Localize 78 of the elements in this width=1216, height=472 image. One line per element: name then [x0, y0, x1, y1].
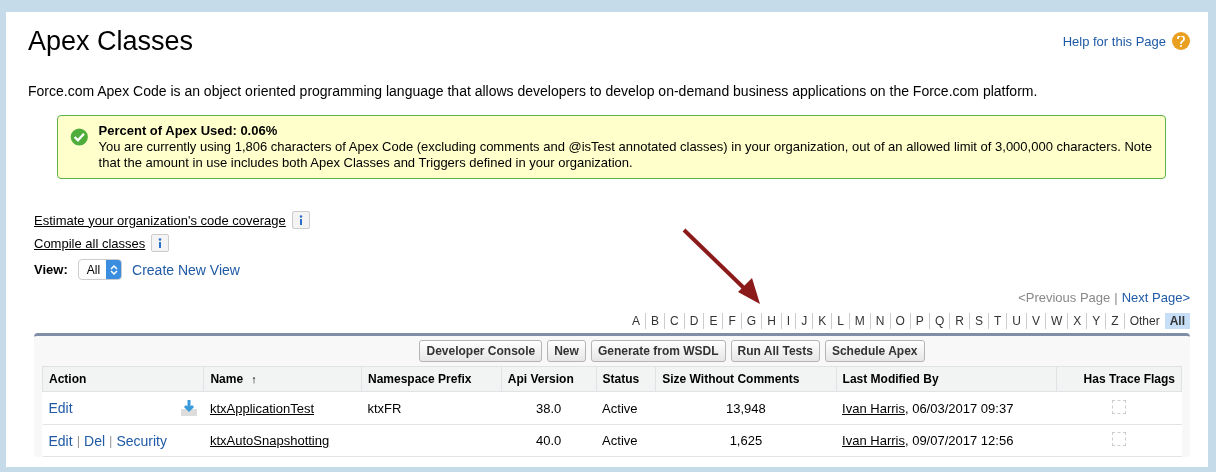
letter-filter[interactable]: D	[684, 313, 705, 329]
letter-filter[interactable]: U	[1007, 313, 1027, 329]
letter-filter[interactable]: Z	[1106, 313, 1125, 329]
letter-filter[interactable]: T	[988, 313, 1008, 329]
letter-filter[interactable]: H	[762, 313, 782, 329]
table-cell: 1,625	[655, 424, 837, 457]
letter-filter[interactable]: P	[910, 313, 930, 329]
sort-mark: ↑	[251, 373, 257, 385]
letter-filter[interactable]: R	[950, 313, 970, 329]
action-separator: |	[109, 433, 113, 448]
table-cell: 13,948	[655, 391, 837, 425]
letter-filter[interactable]: S	[969, 313, 989, 329]
letter-filter[interactable]: E	[704, 313, 724, 329]
page-title: Apex Classes	[28, 26, 194, 57]
letter-filter[interactable]: A	[627, 313, 647, 329]
pager-separator: |	[1114, 290, 1118, 305]
view-label: View:	[34, 262, 68, 277]
toolbar-button[interactable]: Developer Console	[419, 340, 543, 362]
table-cell: 38.0	[501, 391, 597, 425]
action-separator: |	[76, 433, 80, 448]
letter-filter[interactable]: Y	[1087, 313, 1107, 329]
modified-date: , 09/07/2017 12:56	[904, 433, 1014, 448]
user-link[interactable]: Ivan Harris	[842, 433, 905, 448]
previous-page-link[interactable]: <Previous Page	[1018, 290, 1111, 305]
column-header[interactable]: Api Version	[501, 366, 597, 392]
user-link[interactable]: Ivan Harris	[842, 400, 905, 416]
action-link[interactable]: Edit	[48, 400, 73, 416]
letter-filter[interactable]: M	[849, 313, 871, 329]
help-link[interactable]: Help for this Page	[1062, 32, 1190, 50]
toolbar-button[interactable]: Schedule Apex	[824, 340, 925, 362]
letter-filter[interactable]: F	[723, 313, 742, 329]
table-cell: Active	[596, 424, 656, 457]
letter-filter[interactable]: Q	[929, 313, 951, 329]
column-header[interactable]: Namespace Prefix	[361, 366, 502, 392]
column-header[interactable]: Last Modified By	[836, 366, 1057, 392]
modified-date: , 06/03/2017 09:37	[904, 400, 1014, 416]
column-header[interactable]: Has Trace Flags	[1056, 366, 1182, 392]
action-link[interactable]: Del	[84, 432, 106, 449]
notice-heading: Percent of Apex Used: 0.06%	[98, 123, 279, 139]
letter-filter[interactable]: G	[741, 313, 763, 329]
description: Force.com Apex Code is an object oriented programming language that allows developers to develop on-demand business applications on the Force.com platform.	[28, 83, 1039, 99]
letter-filter[interactable]: X	[1068, 313, 1088, 329]
toolbar-button[interactable]: New	[547, 340, 586, 362]
letter-filter[interactable]: V	[1026, 313, 1046, 329]
next-page-link[interactable]: Next Page>	[1121, 290, 1190, 305]
letter-filter[interactable]: All	[1164, 313, 1190, 329]
info-icon[interactable]	[151, 234, 170, 252]
action-link[interactable]: Estimate your organization's code coverage	[34, 212, 286, 228]
class-name-link[interactable]: ktxAutoSnapshotting	[209, 433, 330, 448]
updown-icon	[109, 263, 118, 276]
toolbar-button[interactable]: Generate from WSDL	[590, 340, 726, 362]
letter-filter[interactable]: Other	[1124, 313, 1165, 329]
letter-filter[interactable]: I	[781, 313, 797, 329]
download-icon[interactable]	[179, 399, 198, 417]
letter-filter[interactable]: C	[665, 313, 685, 329]
action-link[interactable]: Security	[116, 432, 167, 449]
toolbar-button[interactable]: Run All Tests	[730, 340, 820, 362]
table-cell: ktxFR	[361, 391, 502, 425]
letter-filter[interactable]: O	[890, 313, 911, 329]
letter-filter[interactable]: L	[832, 313, 850, 329]
info-icon[interactable]	[291, 211, 310, 229]
letter-filter[interactable]: B	[646, 313, 666, 329]
column-header[interactable]: Name ↑	[203, 366, 362, 392]
view-select[interactable]: All	[77, 259, 123, 280]
notice-text: You are currently using 1,806 characters of Apex Code (excluding comments and @isTest annotated classes) in your organization, out of an allowed limit of 3,000,000 characters. Note that the amount in use includes both Apex Classes and Triggers defined in your organization.	[98, 139, 1153, 171]
class-name-link[interactable]: ktxApplicationTest	[209, 400, 314, 416]
letter-filter[interactable]: K	[813, 313, 833, 329]
action-link[interactable]: Edit	[48, 432, 73, 449]
letter-filter[interactable]: W	[1045, 313, 1069, 329]
column-header[interactable]: Action	[42, 366, 204, 392]
column-header[interactable]: Size Without Comments	[655, 366, 837, 392]
action-link[interactable]: Compile all classes	[34, 235, 146, 251]
letter-filter[interactable]: N	[870, 313, 891, 329]
letter-filter[interactable]: J	[796, 313, 814, 329]
table-cell: 40.0	[501, 424, 597, 457]
table-cell: Active	[596, 391, 656, 425]
column-header[interactable]: Status	[596, 366, 656, 392]
create-view-link[interactable]: Create New View	[132, 261, 240, 278]
